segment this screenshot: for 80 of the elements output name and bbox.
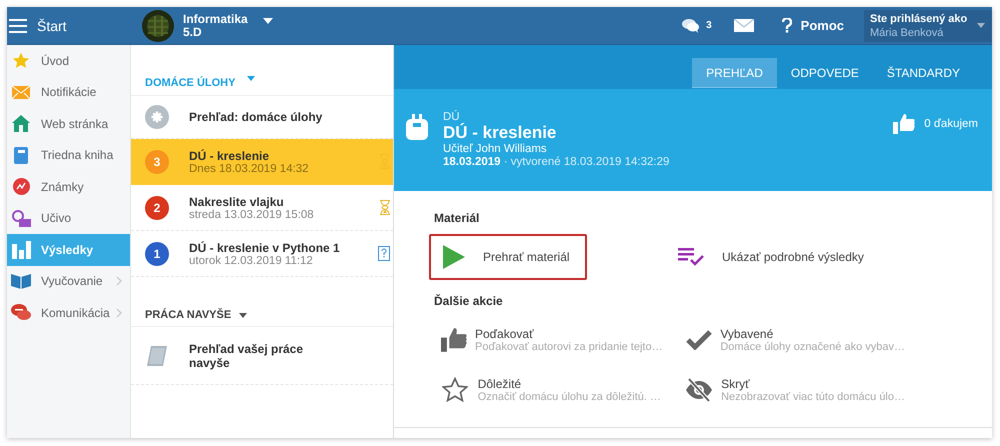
homework-item[interactable]: 2 Nakreslite vlajku streda 13.03.2019 15:08: [131, 185, 393, 231]
house-icon: [12, 115, 30, 132]
start-menu-button[interactable]: Štart: [7, 7, 130, 44]
grades-icon: [12, 178, 30, 196]
action-description: Domáce úlohy označené ako vybav…: [720, 341, 905, 353]
homework-date: Dnes 18.03.2019 14:32: [189, 162, 309, 174]
sidebar-item[interactable]: Komunikácia: [7, 297, 130, 328]
checklist-icon: [678, 248, 704, 266]
book-icon: [145, 344, 169, 368]
question-icon: [378, 246, 390, 261]
material-action[interactable]: Ukázať podrobné výsledky: [666, 234, 899, 280]
bar-chart-icon: [12, 240, 30, 259]
extra-work-item[interactable]: Prehľad vašej práce navyše: [131, 327, 393, 385]
user-menu[interactable]: Ste prihlásený ako Mária Benková: [864, 10, 992, 42]
mail-icon[interactable]: [734, 19, 754, 32]
hourglass-icon: [380, 200, 390, 215]
thumbs-up-icon: [441, 327, 467, 353]
caret-icon: [247, 76, 255, 81]
action-title: Dôležité: [478, 377, 522, 391]
tab[interactable]: ODPOVEDE: [776, 58, 873, 88]
menu-icon: [9, 18, 27, 32]
action-description: Poďakovať autorovi za pridanie tejto…: [475, 341, 663, 353]
action-item[interactable]: Poďakovať Poďakovať autorovi za pridanie tejto…: [429, 320, 661, 360]
material-action[interactable]: Prehrať materiál: [429, 234, 587, 280]
sidebar-item[interactable]: Úvod: [7, 45, 130, 76]
book-icon: [14, 146, 28, 164]
star-icon: [442, 377, 468, 403]
chat-icon: [682, 18, 700, 34]
homework-date: utorok 12.03.2019 11:12: [189, 254, 313, 266]
assignment-title: DÚ - kreslenie: [443, 123, 558, 143]
gear-icon: [145, 105, 169, 129]
backpack-icon: [406, 114, 428, 140]
help-button[interactable]: Pomoc: [782, 18, 844, 33]
action-title: Vybavené: [720, 327, 774, 341]
lesson-icon: [12, 210, 30, 227]
teacher-name: Učiteľ John Williams: [443, 143, 548, 156]
sidebar-item[interactable]: Známky: [7, 171, 130, 202]
action-description: Nezobrazovať viac túto domácu úlo…: [721, 391, 905, 403]
homework-title: DÚ - kreslenie: [189, 148, 270, 162]
hidden-eye-icon: [685, 378, 714, 402]
star-icon: [12, 52, 30, 70]
created-date: · vytvorené 18.03.2019 14:32:29: [504, 156, 670, 168]
action-title: Skryť: [721, 377, 751, 391]
section-heading[interactable]: PRÁCA NAVYŠE: [131, 277, 232, 326]
count-badge: 1: [145, 242, 169, 266]
due-date: 18.03.2019: [443, 156, 501, 168]
section-heading[interactable]: DOMÁCE ÚLOHY: [131, 45, 236, 95]
homework-item[interactable]: 3 DÚ - kreslenie Dnes 18.03.2019 14:32: [131, 139, 393, 185]
sidebar-item[interactable]: Triedna kniha: [7, 140, 130, 171]
messages-button[interactable]: 3: [682, 18, 712, 34]
section-heading: Ďalšie akcie: [434, 294, 504, 308]
sidebar-item[interactable]: Notifikácie: [7, 76, 130, 108]
sidebar-item[interactable]: Učivo: [7, 202, 130, 234]
caret-icon: [262, 18, 273, 24]
action-title: Poďakovať: [475, 327, 535, 341]
caret-icon: [977, 23, 985, 28]
open-book-icon: [11, 274, 31, 289]
homework-item[interactable]: 1 DÚ - kreslenie v Pythone 1 utorok 12.03.2019 11:12: [131, 231, 393, 277]
type-label: DÚ: [443, 111, 461, 123]
section-heading: Materiál: [434, 211, 480, 225]
check-icon: [686, 330, 712, 350]
tab[interactable]: ŠTANDARDY: [872, 58, 974, 88]
action-item[interactable]: Skryť Nezobrazovať viac túto domácu úlo…: [673, 370, 905, 410]
action-item[interactable]: Vybavené Domáce úlohy označené ako vybav…: [673, 320, 905, 360]
count-badge: 2: [145, 196, 169, 220]
course-selector[interactable]: Informatika 5.D: [183, 12, 248, 38]
action-description: Označiť domácu úlohu za dôležitú. …: [478, 391, 661, 403]
sidebar-item[interactable]: Web stránka: [7, 108, 130, 140]
action-item[interactable]: Dôležité Označiť domácu úlohu za dôležitú. …: [429, 370, 661, 410]
homework-title: DÚ - kreslenie v Pythone 1: [189, 240, 340, 254]
question-icon: [782, 18, 792, 33]
homework-date: streda 13.03.2019 15:08: [189, 208, 314, 220]
play-icon: [443, 245, 465, 269]
chat-icon: [11, 304, 31, 322]
sidebar-item[interactable]: Vyučovanie: [7, 266, 130, 297]
caret-icon: [239, 313, 247, 318]
count-badge: 3: [145, 150, 169, 174]
thumbs-up-icon: [893, 114, 916, 134]
mail-icon: [12, 86, 30, 99]
homework-title: Nakreslite vlajku: [189, 194, 285, 208]
